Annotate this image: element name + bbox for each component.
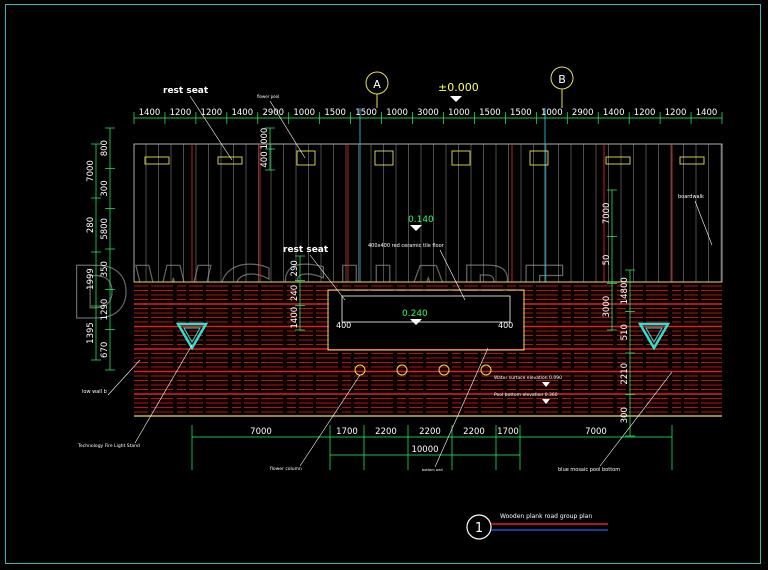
- top-dim-label: 1000: [541, 108, 563, 118]
- bottom-dim-label: 2200: [463, 427, 485, 437]
- label-pool-bottom-elevation: Pool bottom elevation 0.360: [494, 392, 558, 398]
- top-dim-label: 1200: [665, 108, 687, 118]
- seat-mark: [374, 150, 394, 166]
- elevation-triangle-icon: [410, 225, 422, 231]
- bottom-dim-label: 1700: [336, 427, 358, 437]
- pool-edge-right: 400: [498, 321, 513, 330]
- left-dim-inner-label: 5800: [100, 218, 110, 240]
- top-dim-label: 1400: [139, 108, 161, 118]
- pool-edge-left: 400: [336, 321, 351, 330]
- drawing-title: 1 Wooden plank road group plan: [466, 513, 608, 540]
- top-dim-label: 1000: [293, 108, 315, 118]
- top-dim-label: 1500: [479, 108, 501, 118]
- right-dim-b-label: 2210: [620, 363, 630, 385]
- bottom-dim-label: 2200: [419, 427, 441, 437]
- seat-mark: [217, 156, 243, 165]
- left-dim-inner-label: 670: [100, 342, 110, 358]
- mid-dim-label: 240: [290, 285, 300, 301]
- right-dim-b-label: 300: [620, 407, 630, 423]
- title-number: 1: [475, 521, 483, 536]
- top-dim-label: 1000: [448, 108, 470, 118]
- bottom-dim-label: 7000: [250, 427, 272, 437]
- label-rest-seat-mid: rest seat: [283, 245, 329, 255]
- deck-elevation-text: 0.140: [408, 215, 434, 225]
- pool-fill: [329, 291, 523, 349]
- top-dim-label: 3000: [417, 108, 439, 118]
- pool-elevation-text: 0.240: [402, 309, 428, 319]
- label-water-elevation: Water surface elevation 0.090: [494, 375, 562, 381]
- axis-marker-b-label: B: [558, 73, 566, 86]
- top-dim-label: 1200: [170, 108, 192, 118]
- top-elevation-mark: ±0.000: [438, 81, 479, 102]
- seat-mark: [451, 150, 471, 166]
- left-dim-inner-label: 350: [100, 261, 110, 277]
- top-dim-label: 2900: [572, 108, 594, 118]
- cad-drawing: DWGSHARE .com 14001200120014002900100015…: [69, 66, 723, 540]
- top-dim-label: 1200: [634, 108, 656, 118]
- title-text: Wooden plank road group plan: [500, 513, 592, 520]
- mid-dim-label: 1400: [290, 307, 300, 329]
- left-dim-outer-label: 280: [86, 217, 96, 233]
- top-dim-label: 1500: [355, 108, 377, 118]
- right-dim-b-label: 14800: [620, 277, 630, 304]
- top-dim-label: 2900: [262, 108, 284, 118]
- right-dim-b-label: 510: [620, 324, 630, 340]
- right-dim-a-label: 50: [602, 255, 612, 266]
- top-dim-label: 1400: [603, 108, 625, 118]
- right-dim-a-label: 3000: [602, 296, 612, 318]
- label-small-note: bottom wall: [422, 468, 443, 472]
- left-dim-outer-label: 1395: [86, 322, 96, 344]
- seat-dim-label: 1000: [260, 128, 270, 150]
- label-tile-floor: 400x400 red ceramic tile floor: [368, 243, 445, 249]
- label-rest-seat-top: rest seat: [163, 86, 209, 96]
- top-dim-label: 1500: [510, 108, 532, 118]
- left-dim-inner-label: 300: [100, 180, 110, 196]
- bottom-dim-label: 1700: [497, 427, 519, 437]
- label-low-wall: low wall b: [82, 389, 107, 395]
- left-dim-inner-label: 1290: [100, 299, 110, 321]
- top-dim-label: 1500: [324, 108, 346, 118]
- top-dim-label: 1400: [696, 108, 718, 118]
- seat-marks: [144, 150, 705, 166]
- red-plank-area: [134, 281, 722, 417]
- bottom-total-label: 10000: [411, 445, 438, 455]
- mid-dim-label: 290: [290, 260, 300, 276]
- axis-marker-a-label: A: [373, 78, 381, 91]
- label-mosaic: blue mosaic pool bottom: [558, 467, 620, 473]
- bottom-dim-label: 2200: [375, 427, 397, 437]
- left-dim-outer-label: 7000: [86, 160, 96, 182]
- label-boardwalk: boardwalk: [678, 194, 704, 200]
- left-dim-inner-label: 800: [100, 140, 110, 156]
- top-elevation-text: ±0.000: [438, 81, 479, 94]
- label-fire-light: Technology Fire Light Stand: [77, 443, 140, 449]
- label-flower-column: flower column: [270, 466, 302, 472]
- seat-dim-label: 400: [260, 151, 270, 167]
- axis-marker-a: A: [365, 71, 389, 108]
- seat-mark: [296, 150, 316, 166]
- right-dim-a-label: 7000: [602, 203, 612, 225]
- axis-marker-b: B: [550, 66, 574, 108]
- label-flower-pool: flower pool: [257, 94, 279, 99]
- bottom-dim-label: 7000: [585, 427, 607, 437]
- seat-mark: [605, 156, 631, 165]
- seat-mark: [144, 156, 170, 165]
- elevation-triangle-icon: [450, 96, 462, 102]
- top-dim-label: 1000: [386, 108, 408, 118]
- left-dim-outer-label: 1999: [86, 268, 96, 290]
- top-dim-label: 1400: [231, 108, 253, 118]
